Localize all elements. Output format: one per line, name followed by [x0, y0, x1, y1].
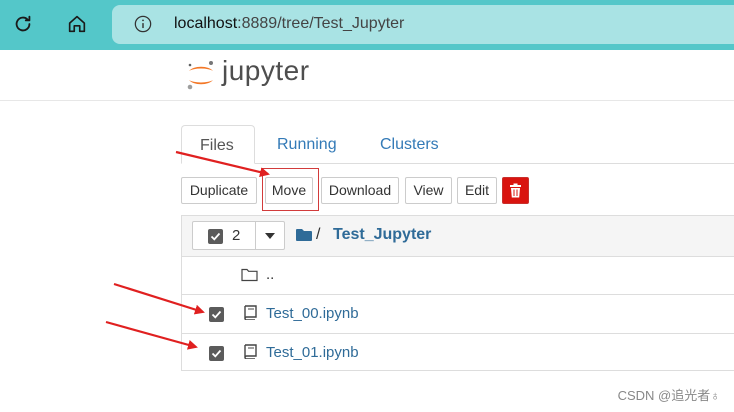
- watermark: CSDN @追光者♁: [617, 388, 720, 403]
- list-item-parent[interactable]: ..: [182, 256, 734, 295]
- jupyter-wordmark[interactable]: jupyter: [222, 55, 310, 87]
- view-button[interactable]: View: [405, 177, 452, 204]
- checkmark-icon: [211, 310, 222, 319]
- duplicate-button[interactable]: Duplicate: [181, 177, 257, 204]
- notebook-link[interactable]: Test_00.ipynb: [266, 305, 359, 322]
- breadcrumb-separator: /: [316, 226, 321, 243]
- file-list-panel: 2 / Test_Jupyter .. Test_00.ipynb Test_0…: [181, 215, 734, 371]
- home-button[interactable]: [62, 9, 92, 39]
- edit-button[interactable]: Edit: [457, 177, 497, 204]
- parent-dir-link[interactable]: ..: [266, 266, 274, 283]
- tab-clusters[interactable]: Clusters: [362, 125, 457, 163]
- tab-files[interactable]: Files: [181, 125, 255, 164]
- notebook-link[interactable]: Test_01.ipynb: [266, 344, 359, 361]
- list-item-test-01[interactable]: Test_01.ipynb: [182, 334, 734, 373]
- caret-down-icon[interactable]: [265, 233, 275, 239]
- url-text: localhost:8889/tree/Test_Jupyter: [174, 15, 404, 33]
- breadcrumb-current-folder[interactable]: Test_Jupyter: [333, 226, 431, 244]
- browser-toolbar: localhost:8889/tree/Test_Jupyter: [0, 0, 734, 50]
- dropdown-divider: [255, 222, 256, 249]
- notebook-icon: [244, 305, 257, 320]
- notebook-icon: [244, 344, 257, 359]
- info-icon[interactable]: [134, 15, 152, 33]
- home-icon: [68, 15, 86, 33]
- tab-running[interactable]: Running: [259, 125, 355, 163]
- reload-icon: [15, 15, 31, 32]
- address-bar[interactable]: localhost:8889/tree/Test_Jupyter: [112, 5, 734, 44]
- tab-bar: Files Running Clusters: [181, 125, 734, 164]
- select-all-checkbox[interactable]: [208, 229, 223, 244]
- item-checkbox[interactable]: [209, 307, 224, 322]
- url-host: localhost: [174, 15, 238, 32]
- select-all-dropdown[interactable]: 2: [192, 221, 285, 250]
- delete-button[interactable]: [502, 177, 529, 204]
- selected-count: 2: [232, 227, 241, 244]
- reload-button[interactable]: [8, 9, 38, 39]
- trash-icon: [510, 183, 521, 198]
- url-path: :8889/tree/Test_Jupyter: [237, 15, 405, 32]
- download-button[interactable]: Download: [321, 177, 399, 204]
- move-highlight-box: [262, 168, 319, 211]
- list-item-test-00[interactable]: Test_00.ipynb: [182, 295, 734, 334]
- file-list-header: 2 / Test_Jupyter: [182, 216, 734, 257]
- folder-outline-icon: [241, 268, 258, 282]
- checkmark-icon: [210, 232, 221, 241]
- jupyter-header: jupyter: [0, 50, 734, 101]
- item-checkbox[interactable]: [209, 346, 224, 361]
- checkmark-icon: [211, 349, 222, 358]
- jupyter-logo-icon[interactable]: [184, 58, 218, 92]
- folder-icon[interactable]: [296, 228, 312, 242]
